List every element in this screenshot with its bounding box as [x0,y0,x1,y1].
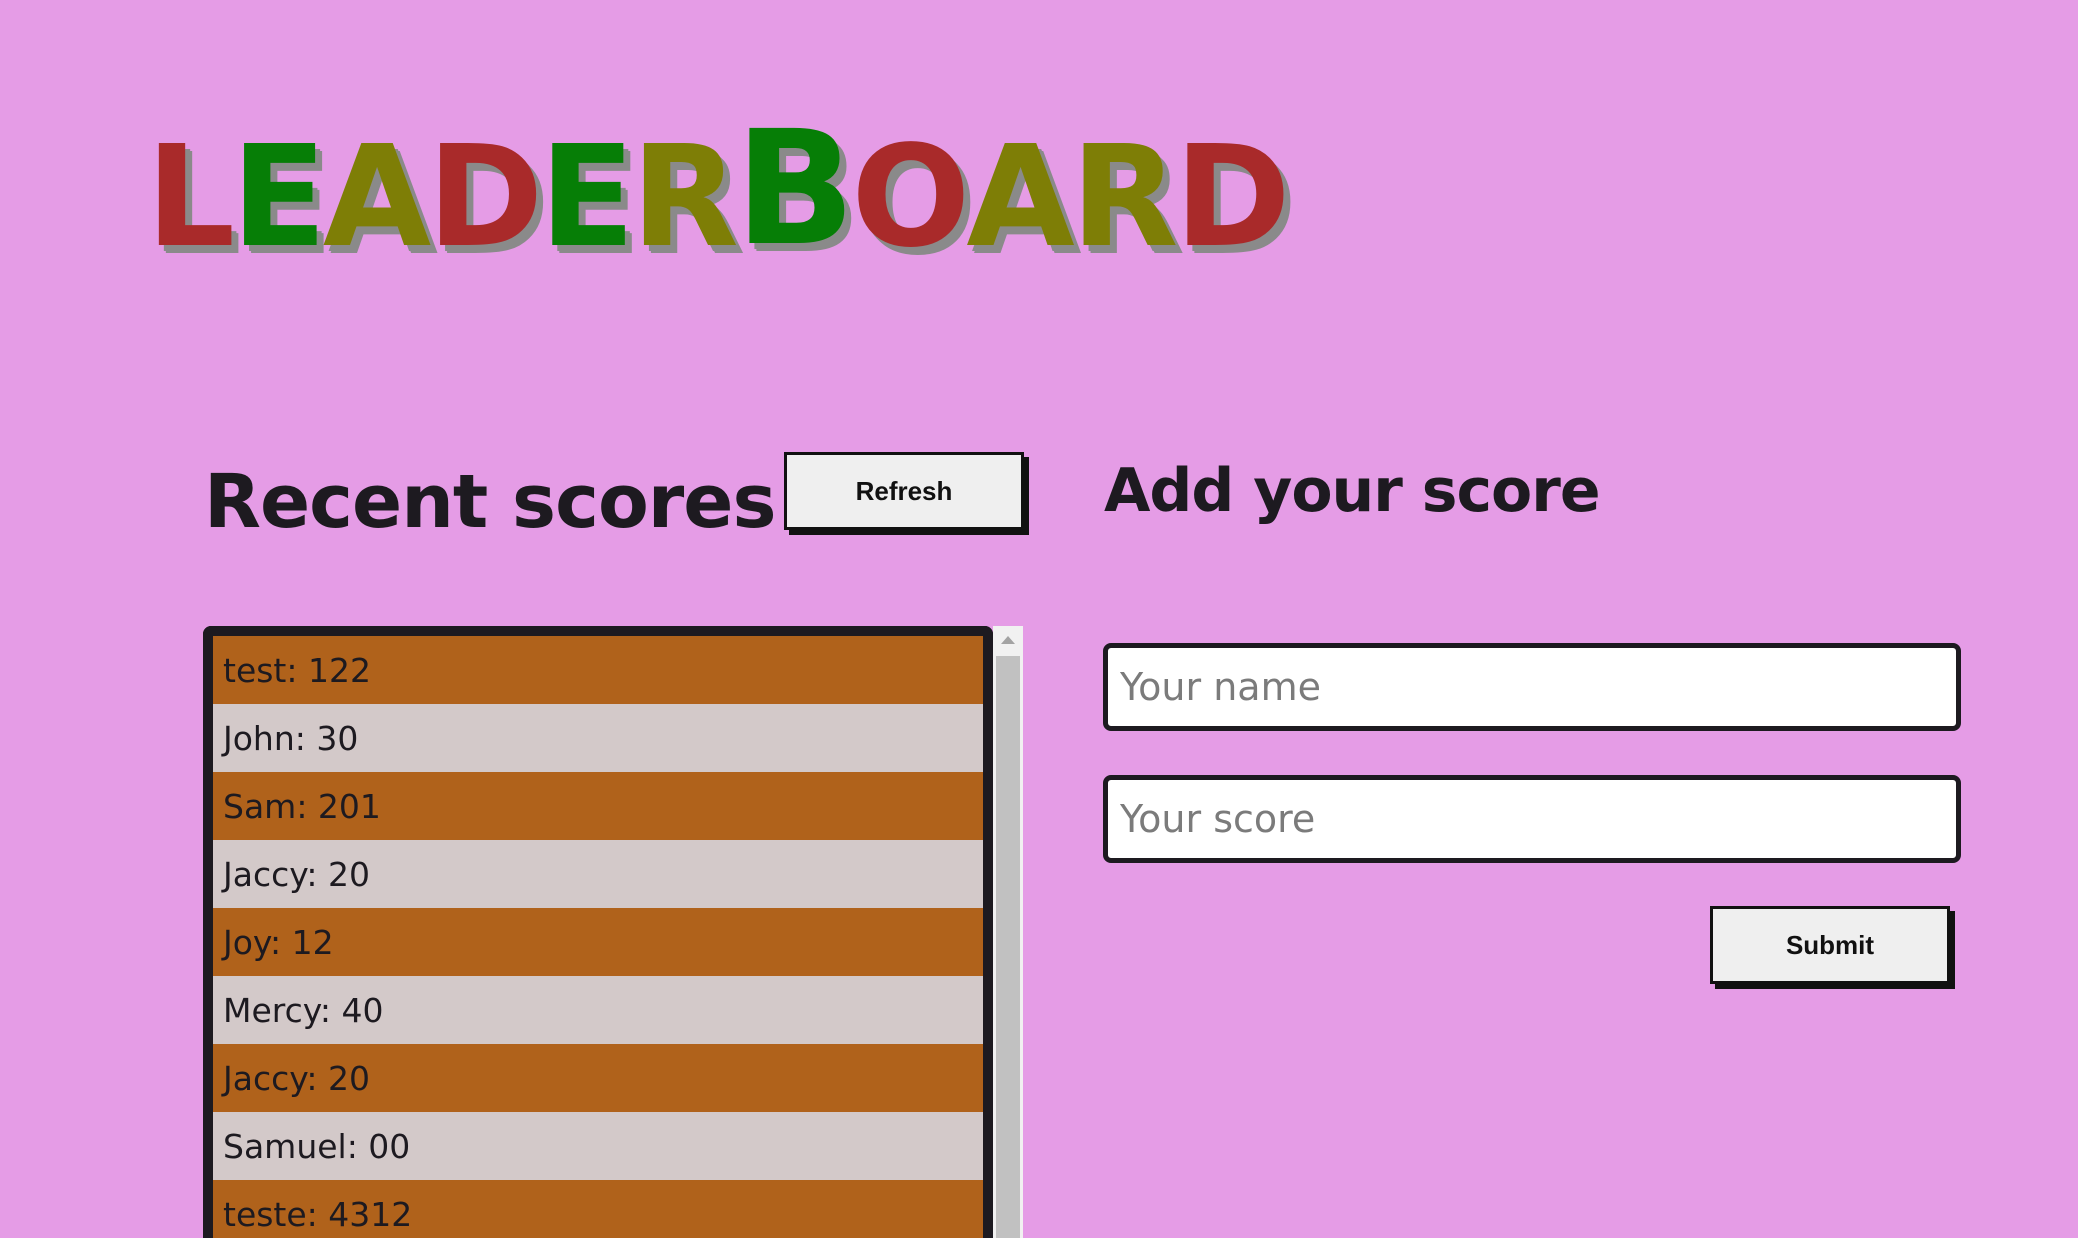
logo-letter: R [1070,116,1179,279]
score-row: Jaccy: 20 [213,1044,983,1112]
score-row: Samuel: 00 [213,1112,983,1180]
score-list-container[interactable]: test: 122 John: 30 Sam: 201 Jaccy: 20 Joy: 1… [203,626,993,1238]
score-row: test: 122 [213,636,983,704]
refresh-button[interactable]: Refresh [784,452,1024,530]
add-score-heading: Add your score [1104,456,1601,526]
name-input[interactable] [1103,643,1961,731]
score-row: Joy: 12 [213,908,983,976]
logo-letter: O [851,116,970,279]
logo-letter: D [1174,116,1291,279]
submit-button[interactable]: Submit [1710,906,1950,984]
recent-scores-heading: Recent scores [204,459,777,545]
leaderboard-logo: LEADERBOARD [146,97,1291,281]
logo-letter: B [734,97,855,281]
logo-letter: E [231,116,327,279]
score-row: Mercy: 40 [213,976,983,1044]
score-list-scrollbar[interactable] [993,626,1023,1238]
score-row: Jaccy: 20 [213,840,983,908]
score-row: teste: 4312 [213,1180,983,1238]
score-list: test: 122 John: 30 Sam: 201 Jaccy: 20 Joy: 1… [213,636,983,1238]
scrollbar-thumb[interactable] [996,656,1020,1238]
score-input[interactable] [1103,775,1961,863]
scroll-up-arrow-icon[interactable] [993,626,1023,654]
score-row: Sam: 201 [213,772,983,840]
score-row: John: 30 [213,704,983,772]
logo-letter: L [146,116,235,279]
logo-letter: A [322,116,431,279]
logo-letter: R [631,116,739,279]
logo-letter: D [427,116,543,279]
leaderboard-page: LEADERBOARD Recent scores Refresh test: … [0,0,2078,1238]
logo-letter: E [539,116,635,279]
logo-letter: A [966,116,1074,279]
